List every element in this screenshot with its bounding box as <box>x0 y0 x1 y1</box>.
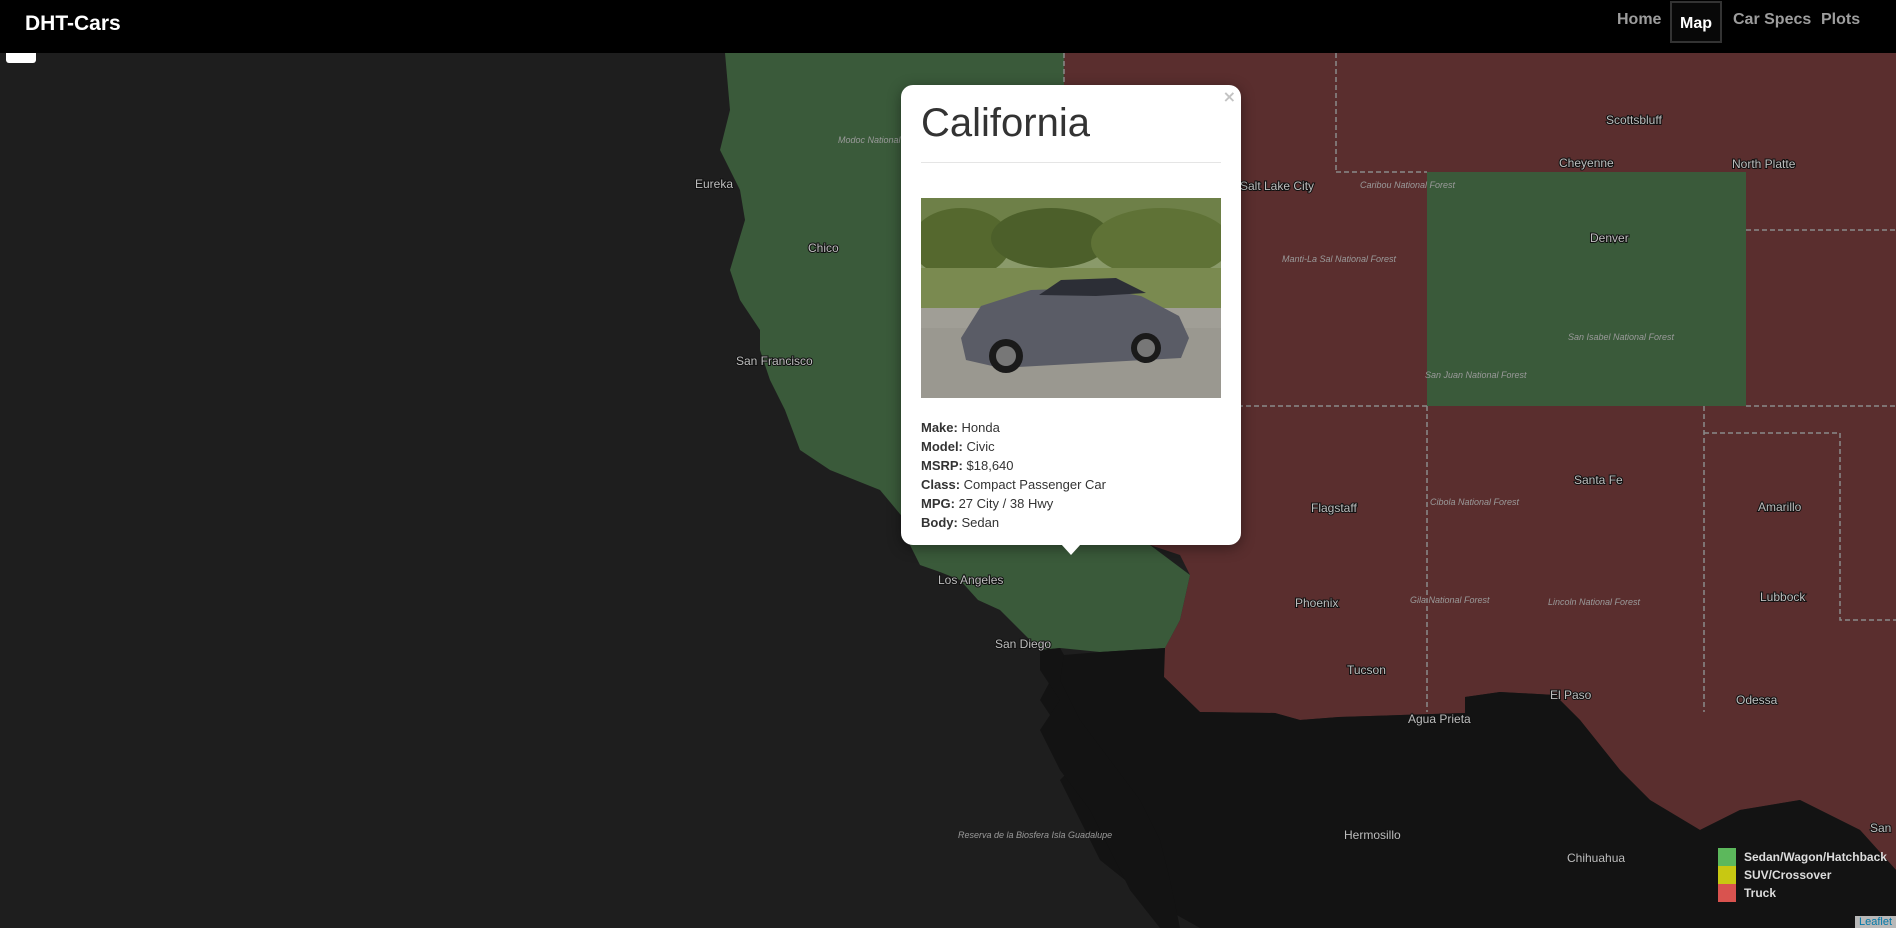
legend-item-suv: SUV/Crossover <box>1718 866 1887 884</box>
city-label: Flagstaff <box>1311 501 1357 515</box>
swatch-truck <box>1718 884 1736 902</box>
city-label: Denver <box>1590 231 1629 245</box>
city-label: Cheyenne <box>1559 156 1614 170</box>
forest-label: Gila National Forest <box>1410 595 1490 605</box>
city-label: Scottsbluff <box>1606 113 1662 127</box>
forest-label: Lincoln National Forest <box>1548 597 1641 607</box>
spec-list: Make: Honda Model: Civic MSRP: $18,640 C… <box>921 418 1106 532</box>
forest-label: San Isabel National Forest <box>1568 332 1675 342</box>
spec-row-mpg: MPG: 27 City / 38 Hwy <box>921 496 1054 511</box>
city-label: Chico <box>808 241 839 255</box>
spec-row-class: Class: Compact Passenger Car <box>921 477 1106 492</box>
city-label: Hermosillo <box>1344 828 1401 842</box>
legend: Sedan/Wagon/Hatchback SUV/Crossover Truc… <box>1718 848 1887 902</box>
city-label: Chihuahua <box>1567 851 1625 865</box>
spec-row-msrp: MSRP: $18,640 <box>921 458 1014 473</box>
nav-home[interactable]: Home <box>1617 11 1661 29</box>
legend-item-sedan: Sedan/Wagon/Hatchback <box>1718 848 1887 866</box>
spec-row-model: Model: Civic <box>921 439 995 454</box>
swatch-sedan <box>1718 848 1736 866</box>
city-label: North Platte <box>1732 157 1796 171</box>
nav-plots[interactable]: Plots <box>1821 11 1860 29</box>
swatch-suv <box>1718 866 1736 884</box>
nav-map[interactable]: Map <box>1670 1 1722 43</box>
city-label: Agua Prieta <box>1408 712 1471 726</box>
city-label: Odessa <box>1736 693 1778 707</box>
close-icon[interactable]: × <box>1223 87 1236 106</box>
brand-logo[interactable]: DHT-Cars <box>25 12 121 36</box>
spec-row-make: Make: Honda <box>921 420 1000 435</box>
forest-label: Reserva de la Biosfera Isla Guadalupe <box>958 830 1112 840</box>
city-label: El Paso <box>1550 688 1592 702</box>
city-label: Phoenix <box>1295 596 1338 610</box>
forest-label: San Juan National Forest <box>1425 370 1527 380</box>
city-label: Lubbock <box>1760 590 1806 604</box>
city-label: Tucson <box>1347 663 1386 677</box>
divider <box>921 162 1221 163</box>
city-label: Salt Lake City <box>1240 179 1314 193</box>
forest-label: Cibola National Forest <box>1430 497 1520 507</box>
city-label: Santa Fe <box>1574 473 1623 487</box>
navbar: DHT-Cars Home Map Car Specs Plots <box>0 0 1896 53</box>
state-popup: × California Make: Honda Model: Civic MS… <box>901 85 1241 545</box>
city-label: San Diego <box>995 637 1051 651</box>
city-label: Eureka <box>695 177 733 191</box>
popup-tip <box>1061 544 1081 555</box>
city-label: San Francisco <box>736 354 813 368</box>
spec-row-body: Body: Sedan <box>921 515 1000 530</box>
legend-item-truck: Truck <box>1718 884 1887 902</box>
nav-car-specs[interactable]: Car Specs <box>1733 11 1811 29</box>
forest-label: Caribou National Forest <box>1360 180 1456 190</box>
city-label: San <box>1870 821 1891 835</box>
forest-label: Manti-La Sal National Forest <box>1282 254 1397 264</box>
city-label: Los Angeles <box>938 573 1003 587</box>
city-label: Amarillo <box>1758 500 1802 514</box>
car-photo <box>921 198 1221 398</box>
popup-title: California <box>921 101 1090 145</box>
attribution-link[interactable]: Leaflet <box>1854 916 1896 928</box>
zoom-control[interactable] <box>6 53 36 63</box>
